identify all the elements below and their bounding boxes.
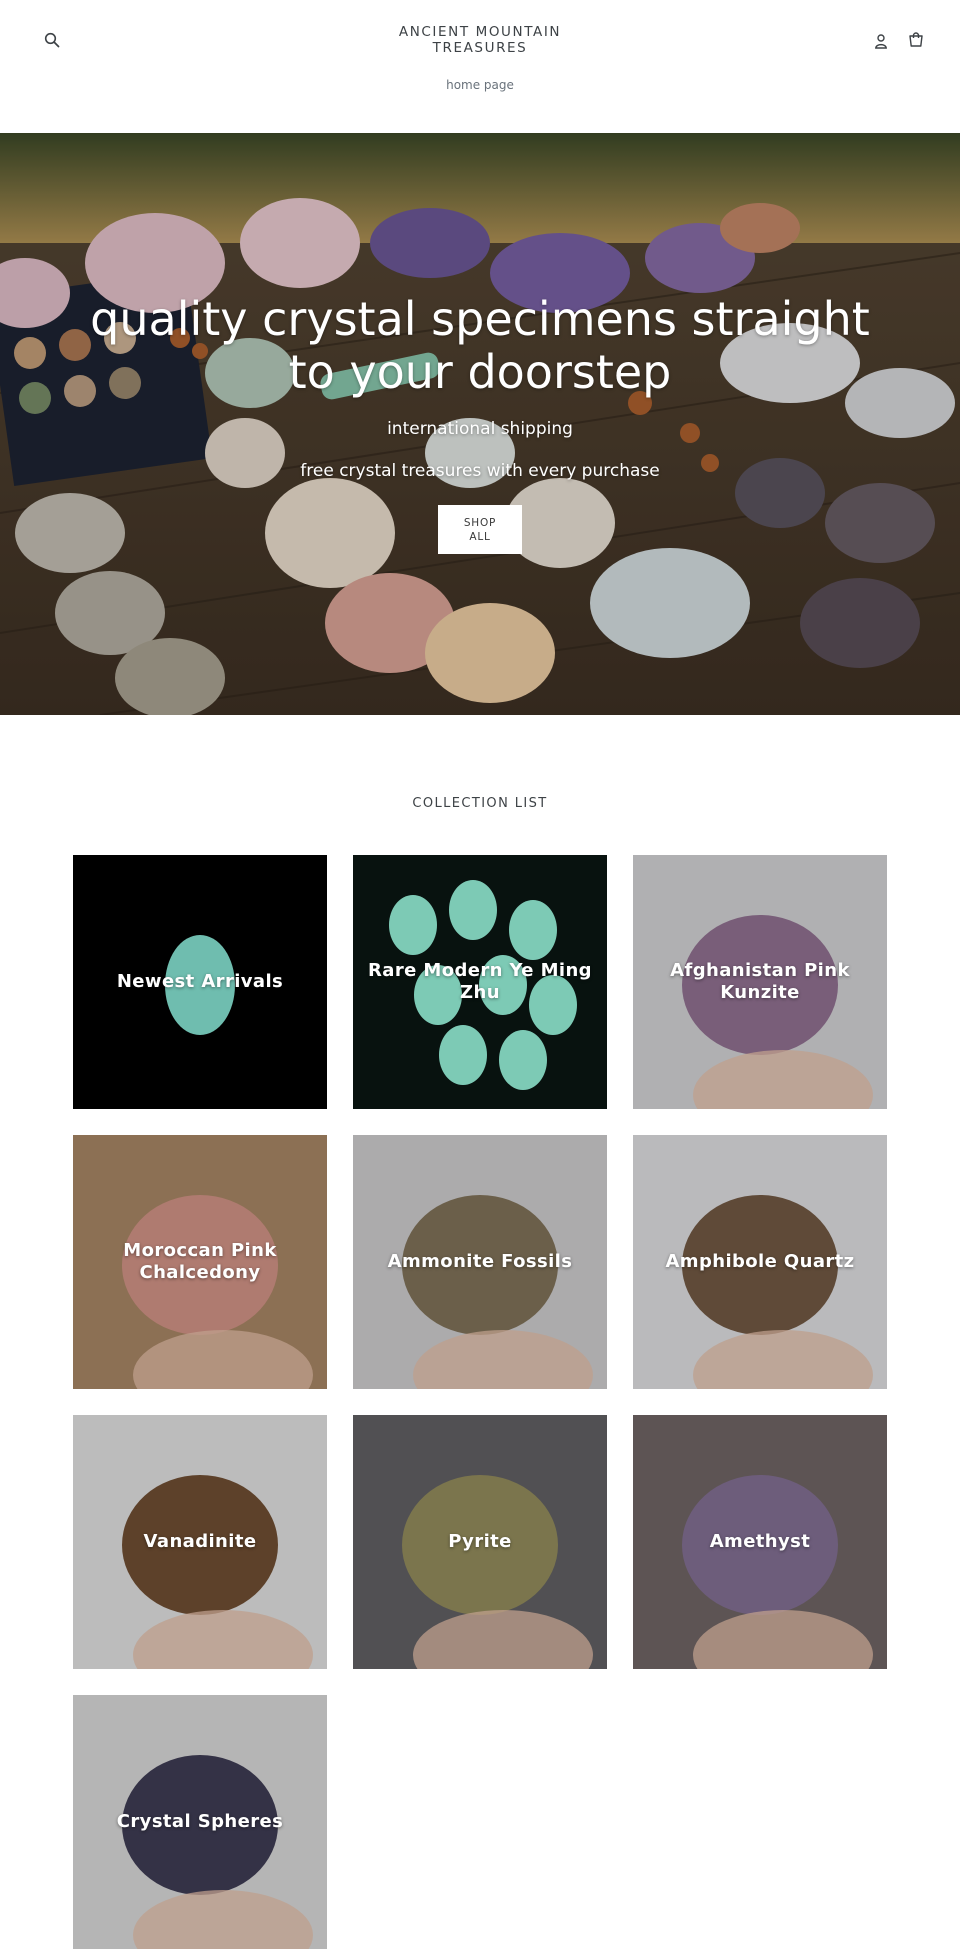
shop-all-button[interactable]: SHOP ALL (438, 505, 522, 554)
cart-icon[interactable] (903, 27, 929, 53)
collection-tile-pink-kunzite[interactable]: Afghanistan Pink Kunzite (633, 855, 887, 1109)
account-icon[interactable] (868, 28, 894, 54)
collection-list-title: COLLECTION LIST (412, 796, 548, 811)
shop-all-line-1: SHOP (463, 516, 497, 529)
nav-home-page[interactable]: home page (380, 78, 580, 92)
hero-title-line-2: to your doorstep (288, 345, 672, 399)
hero-title: quality crystal specimens straight to yo… (60, 293, 900, 399)
collection-tile-amphibole-quartz[interactable]: Amphibole Quartz (633, 1135, 887, 1389)
logo-line-2: TREASURES (432, 40, 528, 56)
collection-tile-label: Rare Modern Ye Ming Zhu (368, 960, 592, 1003)
collection-tile-label: Crystal Spheres (116, 1811, 284, 1832)
collection-tile-crystal-spheres[interactable]: Crystal Spheres (73, 1695, 327, 1949)
shop-all-line-2: ALL (469, 530, 491, 543)
collection-tile-ye-ming-zhu[interactable]: Rare Modern Ye Ming Zhu (353, 855, 607, 1109)
collection-tile-ammonite-fossils[interactable]: Ammonite Fossils (353, 1135, 607, 1389)
collection-tile-pink-chalcedony[interactable]: Moroccan Pink Chalcedony (73, 1135, 327, 1389)
collection-tile-vanadinite[interactable]: Vanadinite (73, 1415, 327, 1669)
hero-banner: quality crystal specimens straight to yo… (0, 133, 960, 715)
collection-tile-label: Moroccan Pink Chalcedony (123, 1240, 277, 1283)
collection-tile-label: Vanadinite (143, 1531, 257, 1552)
collection-tile-label: Pyrite (448, 1531, 512, 1552)
hero-subtitle-shipping: international shipping (387, 419, 573, 439)
collection-tile-pyrite[interactable]: Pyrite (353, 1415, 607, 1669)
site-header: ANCIENT MOUNTAIN TREASURES home page (0, 0, 960, 133)
collection-tile-label: Amphibole Quartz (665, 1251, 855, 1272)
store-logo[interactable]: ANCIENT MOUNTAIN TREASURES (330, 24, 630, 56)
search-icon[interactable] (39, 27, 65, 53)
hero-title-line-1: quality crystal specimens straight (90, 292, 870, 346)
collection-tile-newest-arrivals[interactable]: Newest Arrivals (73, 855, 327, 1109)
hero-subtitle-free: free crystal treasures with every purcha… (300, 461, 660, 481)
collection-tile-label: Amethyst (709, 1531, 811, 1552)
collection-tile-label: Afghanistan Pink Kunzite (670, 960, 850, 1003)
logo-line-1: ANCIENT MOUNTAIN (398, 24, 562, 40)
collection-tile-label: Newest Arrivals (116, 971, 284, 992)
collection-tile-amethyst[interactable]: Amethyst (633, 1415, 887, 1669)
collection-tile-label: Ammonite Fossils (387, 1251, 573, 1272)
